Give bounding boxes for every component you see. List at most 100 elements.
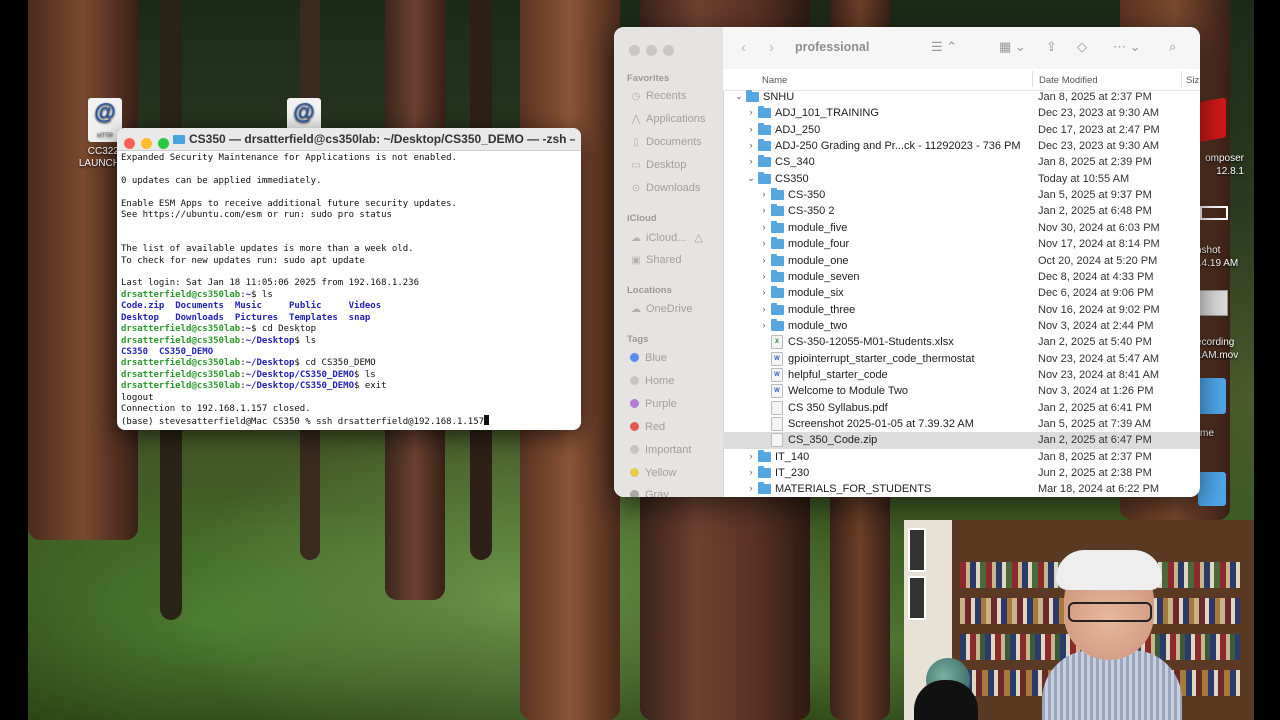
ls-entry: CS350_DEMO — [158, 346, 214, 357]
recording-thumb-icon[interactable] — [1198, 290, 1228, 316]
file-name: module_four — [788, 238, 850, 251]
disclosure-closed-icon[interactable]: › — [746, 451, 756, 461]
disclosure-open-icon[interactable]: ⌄ — [746, 173, 756, 184]
folder-row[interactable]: › CS_340 Jan 8, 2025 at 2:39 PM — [723, 154, 1200, 170]
file-name: ADJ-250 Grading and Pr...ck - 11292023 -… — [775, 140, 1021, 153]
terminal-window[interactable]: CS350 — drsatterfield@cs350lab: ~/Deskto… — [117, 128, 581, 430]
column-size[interactable]: Siz — [1186, 75, 1199, 86]
ls-entry: Public — [289, 301, 322, 312]
sidebar-item-desktop[interactable]: ▭ Desktop — [630, 159, 686, 171]
sidebar-item-applications[interactable]: ⋀ Applications — [630, 113, 705, 125]
file-name: module_six — [788, 287, 844, 300]
file-row[interactable]: Screenshot 2025-01-05 at 7.39.32 AM Jan 5… — [723, 416, 1200, 432]
sidebar-item-label: Downloads — [646, 182, 701, 194]
tag-icon[interactable]: ◇ — [1077, 39, 1087, 55]
folder-row[interactable]: ⌄ CS350 Today at 10:55 AM — [723, 171, 1200, 187]
more-actions-icon[interactable]: ⋯ ⌄ — [1113, 39, 1141, 55]
disclosure-closed-icon[interactable]: › — [759, 271, 769, 281]
folder-row[interactable]: › module_three Nov 16, 2024 at 9:02 PM — [723, 302, 1200, 318]
folder-row[interactable]: › ADJ_101_TRAINING Dec 23, 2023 at 9:30 AM — [723, 105, 1200, 121]
zoom-button[interactable] — [158, 138, 169, 149]
folder-row[interactable]: › CS-350 Jan 5, 2025 at 9:37 PM — [723, 187, 1200, 203]
folder-row[interactable]: › module_one Oct 20, 2024 at 5:20 PM — [723, 253, 1200, 269]
sidebar-item-icloud[interactable]: ☁ iCloud... △ — [630, 231, 703, 244]
image-icon — [771, 417, 783, 431]
file-row[interactable]: CS_350_Code.zip Jan 2, 2025 at 6:47 PM — [723, 432, 1200, 449]
sidebar-item-onedrive[interactable]: ☁ OneDrive — [630, 303, 692, 315]
sidebar-tag-home[interactable]: Home — [630, 375, 674, 387]
sidebar-item-label: Shared — [646, 254, 682, 266]
folder-row[interactable]: › MATERIALS_FOR_STUDENTS Mar 18, 2024 at 6… — [723, 481, 1200, 497]
disclosure-closed-icon[interactable]: › — [746, 156, 756, 166]
disclosure-open-icon[interactable]: ⌄ — [734, 91, 744, 102]
sidebar-item-shared[interactable]: ▣ Shared — [630, 254, 681, 266]
sidebar-item-documents[interactable]: ▯ Documents — [630, 136, 701, 148]
disclosure-closed-icon[interactable]: › — [746, 467, 756, 477]
date-modified: Dec 23, 2023 at 9:30 AM — [1038, 140, 1160, 153]
file-row[interactable]: X CS-350-12055-M01-Students.xlsx Jan 2, 20… — [723, 334, 1200, 350]
file-row[interactable]: CS 350 Syllabus.pdf Jan 2, 2025 at 6:41 P… — [723, 400, 1200, 416]
forward-button[interactable]: › — [769, 39, 774, 56]
pdf-icon — [771, 400, 783, 415]
ls-entry: Code.zip — [121, 301, 165, 312]
sidebar-tag-important[interactable]: Important — [630, 444, 691, 456]
disclosure-closed-icon[interactable]: › — [759, 320, 769, 330]
sidebar-tag-purple[interactable]: Purple — [630, 398, 677, 410]
column-name[interactable]: Name — [762, 75, 787, 86]
search-icon[interactable]: ⌕ — [1169, 39, 1176, 55]
minimize-button[interactable] — [646, 45, 657, 56]
close-button[interactable] — [124, 138, 135, 149]
folder-row[interactable]: › module_four Nov 17, 2024 at 8:14 PM — [723, 236, 1200, 252]
file-row[interactable]: W Welcome to Module Two Nov 3, 2024 at 1:2… — [723, 383, 1200, 399]
column-date-modified[interactable]: Date Modified — [1039, 75, 1098, 86]
folder-row[interactable]: › ADJ-250 Grading and Pr...ck - 11292023 … — [723, 138, 1200, 154]
disclosure-closed-icon[interactable]: › — [759, 222, 769, 232]
folder-row[interactable]: › module_six Dec 6, 2024 at 9:06 PM — [723, 285, 1200, 301]
close-button[interactable] — [629, 45, 640, 56]
tag-label: Blue — [645, 352, 668, 364]
sidebar-item-downloads[interactable]: ⊙ Downloads — [630, 182, 701, 194]
share-icon[interactable]: ⇪ — [1046, 39, 1057, 55]
folder-row[interactable]: › IT_140 Jan 8, 2025 at 2:37 PM — [723, 449, 1200, 465]
finder-window[interactable]: Favorites ◷ Recents ⋀ Applications ▯ Docume… — [614, 27, 1200, 497]
folder-row[interactable]: › ADJ_250 Dec 17, 2023 at 2:47 PM — [723, 122, 1200, 138]
group-icon[interactable]: ▦ ⌄ — [999, 39, 1026, 55]
folder-row[interactable]: › module_seven Dec 8, 2024 at 4:33 PM — [723, 269, 1200, 285]
folder-row[interactable]: › CS-350 2 Jan 2, 2025 at 6:48 PM — [723, 203, 1200, 219]
date-modified: Nov 23, 2024 at 8:41 AM — [1038, 368, 1160, 381]
folder-row[interactable]: › module_five Nov 30, 2024 at 6:03 PM — [723, 220, 1200, 236]
disclosure-closed-icon[interactable]: › — [759, 205, 769, 215]
folder-row[interactable]: › module_two Nov 3, 2024 at 2:44 PM — [723, 318, 1200, 334]
terminal-title-bar[interactable]: CS350 — drsatterfield@cs350lab: ~/Deskto… — [117, 128, 581, 151]
disclosure-closed-icon[interactable]: › — [746, 140, 756, 150]
disclosure-closed-icon[interactable]: › — [759, 255, 769, 265]
file-row[interactable]: Wgpiointerrupt_starter_code_thermostat No… — [723, 351, 1200, 367]
sidebar-tag-blue[interactable]: Blue — [630, 352, 667, 364]
sidebar-tag-yellow[interactable]: Yellow — [630, 467, 676, 479]
disclosure-closed-icon[interactable]: › — [759, 189, 769, 199]
folder-icon[interactable] — [1198, 472, 1226, 506]
disclosure-closed-icon[interactable]: › — [759, 238, 769, 248]
back-button[interactable]: ‹ — [741, 39, 746, 56]
column-header: Name Date Modified Siz — [723, 69, 1200, 91]
minimize-button[interactable] — [141, 138, 152, 149]
list-view-icon[interactable]: ☰ ⌃ — [931, 39, 957, 55]
folder-row[interactable]: ⌄ SNHU Jan 8, 2025 at 2:37 PM — [723, 89, 1200, 105]
sidebar-tag-gray[interactable]: Gray — [630, 489, 669, 497]
sidebar-item-recents[interactable]: ◷ Recents — [630, 90, 687, 102]
disclosure-closed-icon[interactable]: › — [759, 287, 769, 297]
folder-row[interactable]: › IT_230 Jun 2, 2025 at 2:38 PM — [723, 465, 1200, 481]
screenshot-thumb-icon[interactable] — [1200, 206, 1228, 220]
folder-icon — [758, 106, 771, 119]
disclosure-closed-icon[interactable]: › — [746, 483, 756, 493]
composer-app-icon[interactable] — [1196, 97, 1226, 143]
disclosure-closed-icon[interactable]: › — [759, 304, 769, 314]
sidebar-tag-red[interactable]: Red — [630, 421, 665, 433]
home-folder-icon[interactable] — [1198, 378, 1226, 414]
disclosure-closed-icon[interactable]: › — [746, 107, 756, 117]
terminal-output[interactable]: Expanded Security Maintenance for Applic… — [117, 151, 581, 430]
disclosure-closed-icon[interactable]: › — [746, 124, 756, 134]
file-name: helpful_starter_code — [788, 368, 888, 381]
zoom-button[interactable] — [663, 45, 674, 56]
file-row[interactable]: Whelpful_starter_code Nov 23, 2024 at 8:4… — [723, 367, 1200, 383]
